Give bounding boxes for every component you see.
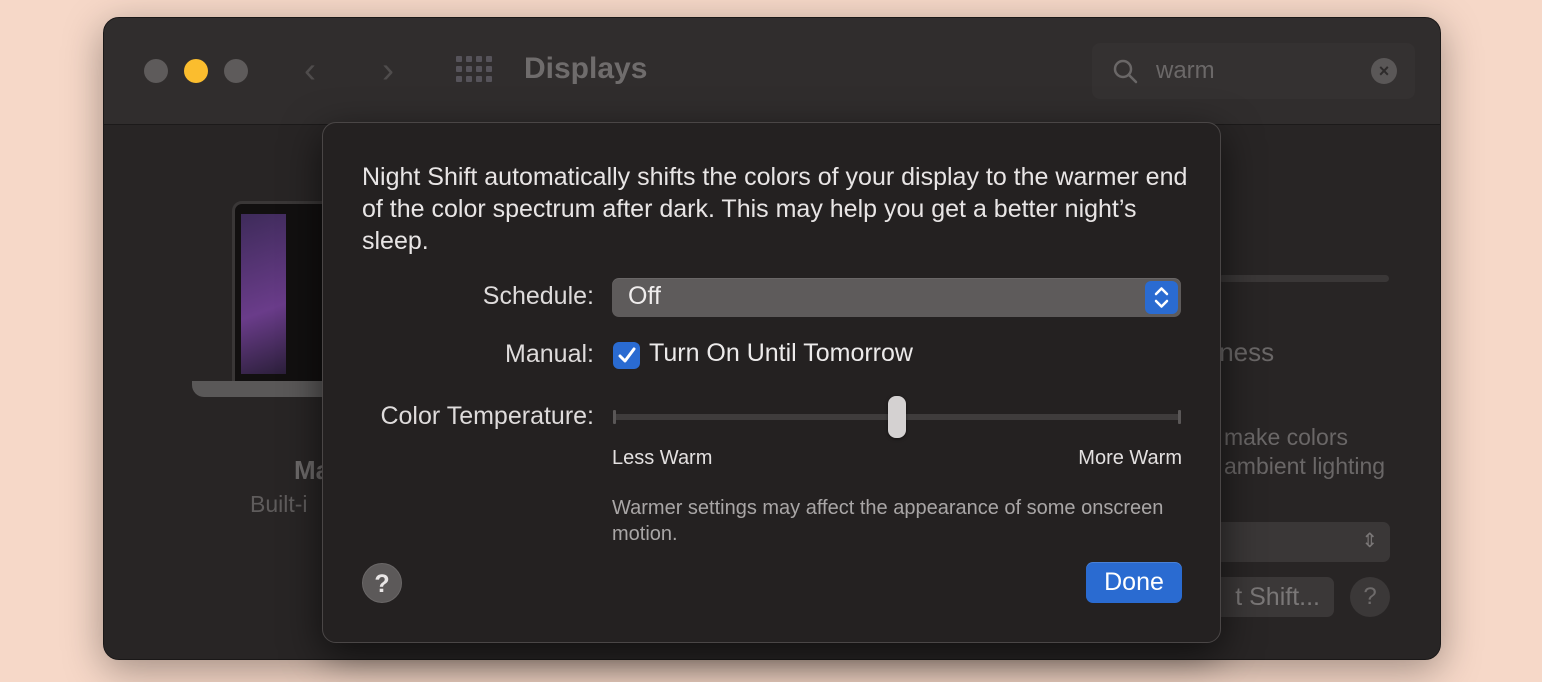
show-all-grid-icon[interactable] [456,56,494,84]
brightness-label: tness [1212,337,1275,367]
turn-on-until-tomorrow-checkbox[interactable] [613,342,640,369]
done-button[interactable]: Done [1086,562,1182,603]
schedule-value: Off [628,282,661,310]
titlebar: ‹ › Displays × [104,18,1440,125]
stepper-icon: ⇕ [1361,530,1378,552]
minimize-button[interactable] [184,59,208,83]
color-temperature-label: Color Temperature: [380,402,594,430]
background-select: ⇕ [1204,522,1390,562]
help-button[interactable]: ? [362,563,402,603]
less-warm-label: Less Warm [612,447,713,469]
forward-chevron-icon[interactable]: › [382,52,394,88]
auto-adjust-description: make colors ambient lighting [1224,424,1386,479]
close-button[interactable] [144,59,168,83]
schedule-label: Schedule: [482,282,594,310]
background-help-button: ? [1350,577,1390,617]
night-shift-sheet: Night Shift automatically shifts the col… [322,122,1221,643]
clear-search-icon[interactable]: × [1371,58,1397,84]
window-title: Displays [524,52,648,85]
checkmark-icon [618,347,636,363]
night-shift-description: Night Shift automatically shifts the col… [362,163,1188,255]
search-field[interactable]: × [1092,43,1415,99]
zoom-button[interactable] [224,59,248,83]
search-icon [1113,59,1138,84]
back-chevron-icon[interactable]: ‹ [304,52,316,88]
turn-on-until-tomorrow-label[interactable]: Turn On Until Tomorrow [649,339,913,368]
slider-min-tick [613,410,616,424]
color-temperature-thumb[interactable] [888,396,906,438]
brightness-slider-track [1219,275,1389,282]
search-input[interactable] [1154,55,1358,87]
manual-label: Manual: [505,340,594,368]
slider-max-tick [1178,410,1181,424]
stepper-icon [1145,281,1178,314]
more-warm-label: More Warm [1078,447,1182,469]
warmer-settings-note: Warmer settings may affect the appearanc… [612,497,1164,545]
schedule-select[interactable]: Off [612,278,1181,317]
device-subtitle: Built-i [250,491,308,517]
